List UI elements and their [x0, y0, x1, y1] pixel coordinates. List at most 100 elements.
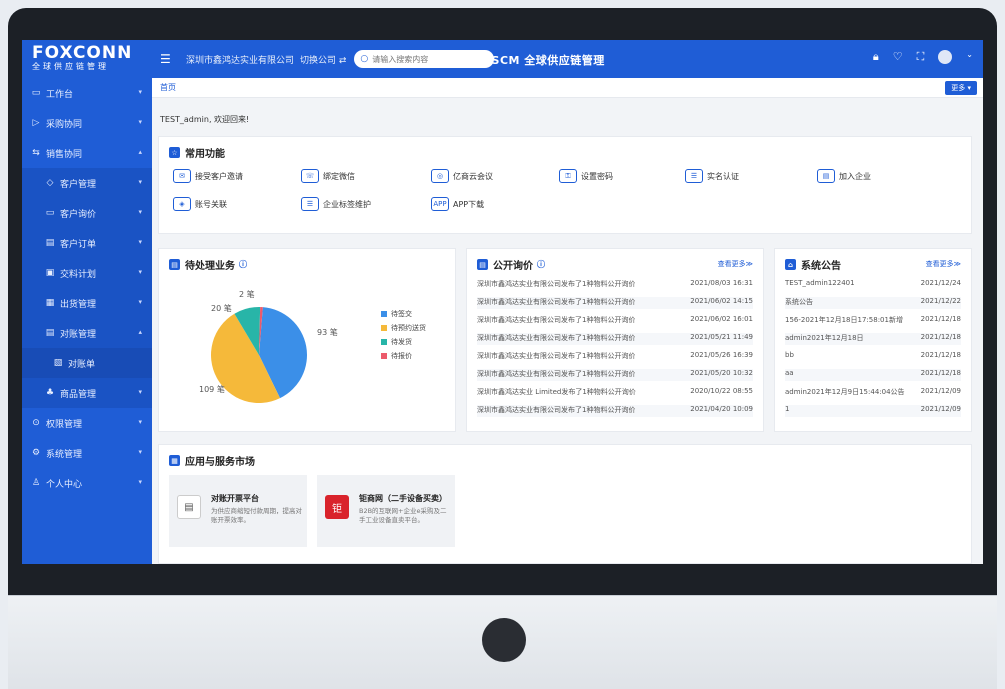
list-item[interactable]: 深圳市鑫鸿达实业有限公司发布了1种物料公开询价 2021/05/26 16:39	[477, 351, 753, 363]
sidebar-menu: ▭ 工作台 ▾ ▷ 采购协同 ▾ ⇆ 销售协同 ▴ ◇ 客户管理 ▾ ▭ 客户询价 ▾ ▤ 客户订单 ▾ ▣ 交料计划…	[22, 78, 152, 498]
notice-date: 2021/12/18	[920, 351, 961, 359]
app-card[interactable]: ▤ 对账开票平台 为供应商缩短付款周期，提高对账开票效率。	[169, 475, 307, 547]
sidebar-item[interactable]: ◇ 客户管理 ▾	[22, 168, 152, 198]
apps-panel: ▦ 应用与服务市场 ▤ 对账开票平台 为供应商缩短付款周期，提高对账开票效率。 钜 钜商…	[158, 444, 972, 564]
apps-title: 应用与服务市场	[185, 457, 255, 468]
sidebar-item[interactable]: ⇆ 销售协同 ▴	[22, 138, 152, 168]
panel-title: ▦ 应用与服务市场	[169, 453, 255, 468]
chevron-icon: ▾	[138, 268, 142, 276]
sidebar-item-label: 销售协同	[46, 149, 83, 160]
function-label: 设置密码	[581, 171, 613, 181]
function-item[interactable]: ☰ 实名认证	[685, 169, 739, 183]
function-item[interactable]: ⚿ 设置密码	[559, 169, 613, 183]
notice-more-link[interactable]: 查看更多≫	[926, 259, 961, 269]
legend-swatch	[381, 325, 387, 331]
chevron-icon: ▾	[138, 238, 142, 246]
sidebar-item[interactable]: ▤ 对账管理 ▴	[22, 318, 152, 348]
list-item[interactable]: admin2021年12月18日 2021/12/18	[785, 333, 961, 345]
list-item[interactable]: TEST_admin122401 2021/12/24	[785, 279, 961, 291]
function-item[interactable]: ◎ 亿商云会议	[431, 169, 493, 183]
list-item[interactable]: 1 2021/12/09	[785, 405, 961, 417]
legend-item[interactable]: 待发货	[381, 337, 412, 347]
notice-text: admin2021年12月9日15:44:04公告	[785, 388, 905, 396]
legend-item[interactable]: 待签交	[381, 309, 412, 319]
inquiry-text: 深圳市鑫鸿达实业有限公司发布了1种物料公开询价	[477, 406, 636, 414]
sidebar-item-label: 工作台	[46, 89, 74, 100]
list-item[interactable]: 深圳市鑫鸿达实业有限公司发布了1种物料公开询价 2021/08/03 16:31	[477, 279, 753, 291]
sidebar-item-label: 对账管理	[60, 329, 97, 340]
bell-icon[interactable]: ♡	[893, 50, 903, 64]
inquiry-more-link[interactable]: 查看更多≫	[718, 259, 753, 269]
list-item[interactable]: bb 2021/12/18	[785, 351, 961, 363]
function-label: 接受客户邀请	[195, 171, 243, 181]
house-icon: ⌂	[785, 259, 796, 270]
function-item[interactable]: ☰ 企业标签维护	[301, 197, 371, 211]
sidebar-item[interactable]: ♣ 商品管理 ▾	[22, 378, 152, 408]
breadcrumb-home[interactable]: 首页	[160, 82, 176, 93]
legend-label: 待报价	[391, 352, 412, 360]
sidebar-item[interactable]: ▣ 交料计划 ▾	[22, 258, 152, 288]
search-input[interactable]	[372, 54, 483, 64]
list-item[interactable]: 深圳市鑫鸿达实业有限公司发布了1种物料公开询价 2021/06/02 16:01	[477, 315, 753, 327]
notice-date: 2021/12/24	[920, 279, 961, 287]
expand-icon[interactable]: ⛶	[917, 50, 925, 64]
legend-swatch	[381, 353, 387, 359]
help-icon[interactable]: ⓘ	[537, 259, 545, 270]
logo[interactable]: FOXCONN 全球供应链管理	[22, 40, 152, 78]
sidebar-item[interactable]: ⚙ 系统管理 ▾	[22, 438, 152, 468]
app-icon: ▤	[177, 495, 201, 519]
sidebar-item[interactable]: ▤ 客户订单 ▾	[22, 228, 152, 258]
list-item[interactable]: 系统公告 2021/12/22	[785, 297, 961, 309]
list-item[interactable]: 深圳市鑫鸿达实业有限公司发布了1种物料公开询价 2021/05/21 11:49	[477, 333, 753, 345]
function-item[interactable]: ✉ 接受客户邀请	[173, 169, 243, 183]
app-card[interactable]: 钜 钜商网（二手设备买卖） B2B的互联网+企业e采购及二手工业设备直卖平台。	[317, 475, 455, 547]
search-box[interactable]: ○	[354, 50, 495, 68]
function-item[interactable]: APP APP下载	[431, 197, 484, 211]
sidebar-item[interactable]: ♙ 个人中心 ▾	[22, 468, 152, 498]
function-label: 绑定微信	[323, 171, 355, 181]
list-item[interactable]: 深圳市鑫鸿达实业有限公司发布了1种物料公开询价 2021/05/20 10:32	[477, 369, 753, 381]
pie-label: 93 笔	[317, 327, 338, 337]
apps-icon: ▦	[169, 455, 180, 466]
notice-text: bb	[785, 351, 794, 359]
sidebar-item-label: 个人中心	[46, 479, 83, 490]
inquiry-text: 深圳市鑫鸿达实业有限公司发布了1种物料公开询价	[477, 298, 636, 306]
logo-text: FOXCONN	[32, 43, 133, 63]
function-icon: ☰	[685, 169, 703, 183]
list-item[interactable]: 深圳市鑫鸿达实业 Limited发布了1种物料公开询价 2020/10/22 08…	[477, 387, 753, 399]
company-name: 深圳市鑫鸿达实业有限公司	[186, 55, 295, 66]
menu-item-icon: ♣	[45, 388, 55, 398]
notice-title: 系统公告	[801, 261, 841, 272]
switch-company-button[interactable]: 切换公司 ⇄	[300, 53, 346, 66]
list-item[interactable]: 深圳市鑫鸿达实业有限公司发布了1种物料公开询价 2021/04/20 10:09	[477, 405, 753, 417]
list-item[interactable]: admin2021年12月9日15:44:04公告 2021/12/09	[785, 387, 961, 399]
lock-icon[interactable]: 🔒︎	[873, 50, 879, 64]
welcome-text: TEST_admin, 欢迎回来!	[160, 115, 250, 124]
menu-toggle-icon[interactable]: ☰	[160, 52, 174, 66]
function-label: 企业标签维护	[323, 199, 371, 209]
avatar[interactable]	[938, 50, 953, 64]
sidebar-item[interactable]: ▷ 采购协同 ▾	[22, 108, 152, 138]
function-item[interactable]: ▤ 加入企业	[817, 169, 871, 183]
menu-item-icon: ⊙	[32, 418, 40, 428]
sidebar-item[interactable]: ▦ 出货管理 ▾	[22, 288, 152, 318]
legend-item[interactable]: 待预约送货	[381, 323, 426, 333]
home-button[interactable]	[482, 618, 526, 662]
function-item[interactable]: ☏ 绑定微信	[301, 169, 355, 183]
sidebar-item[interactable]: ⊙ 权限管理 ▾	[22, 408, 152, 438]
chevron-down-icon[interactable]: ⌄	[966, 50, 973, 64]
inquiry-title: 公开询价	[493, 261, 533, 272]
list-item[interactable]: 深圳市鑫鸿达实业有限公司发布了1种物料公开询价 2021/06/02 14:15	[477, 297, 753, 309]
pie-label: 2 笔	[239, 289, 255, 299]
inquiry-icon: ▤	[477, 259, 488, 270]
more-button[interactable]: 更多 ▾	[945, 81, 977, 95]
list-item[interactable]: 156-2021年12月18日17:58:01新增 2021/12/18	[785, 315, 961, 327]
sidebar-item-label: 客户管理	[60, 179, 97, 190]
function-item[interactable]: ◈ 账号关联	[173, 197, 227, 211]
sidebar-item[interactable]: ▭ 客户询价 ▾	[22, 198, 152, 228]
legend-item[interactable]: 待报价	[381, 351, 412, 361]
list-item[interactable]: aa 2021/12/18	[785, 369, 961, 381]
sidebar-item[interactable]: ▭ 工作台 ▾	[22, 78, 152, 108]
app-desc: B2B的互联网+企业e采购及二手工业设备直卖平台。	[359, 507, 447, 524]
sidebar-item[interactable]: ▧ 对账单	[22, 348, 152, 378]
